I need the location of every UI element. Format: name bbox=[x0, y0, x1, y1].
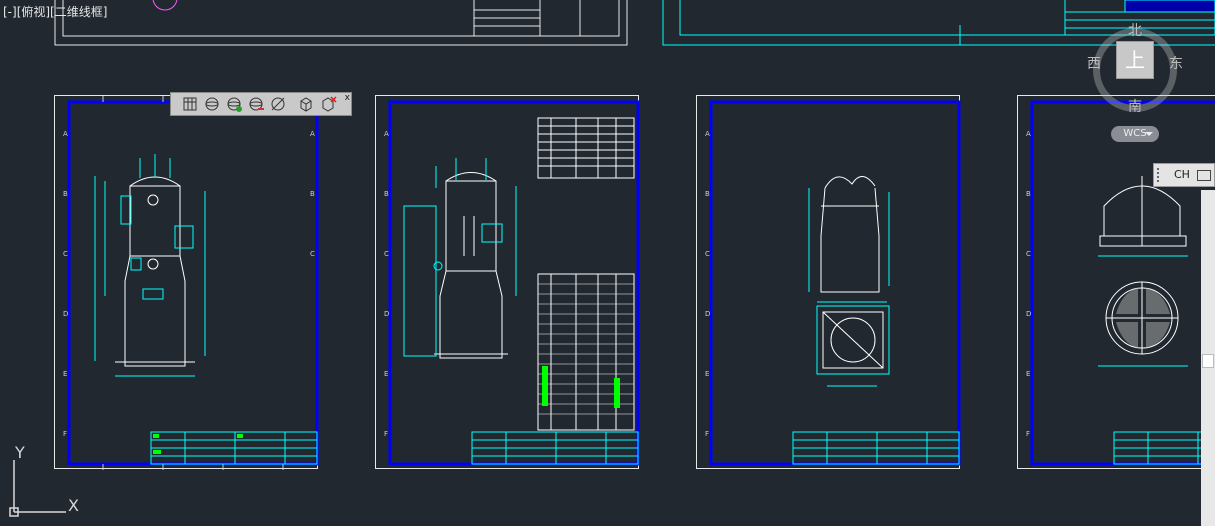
svg-text:B: B bbox=[1026, 190, 1031, 198]
compass-west[interactable]: 西 bbox=[1087, 53, 1101, 73]
toolbar-close-button[interactable]: x bbox=[345, 93, 350, 103]
svg-text:D: D bbox=[705, 310, 710, 318]
compass-north[interactable]: 北 bbox=[1128, 20, 1142, 40]
vertical-scrollbar[interactable] bbox=[1201, 190, 1215, 526]
svg-text:F: F bbox=[1026, 430, 1030, 438]
svg-text:E: E bbox=[1026, 370, 1030, 378]
svg-text:E: E bbox=[63, 370, 67, 378]
svg-text:B: B bbox=[384, 190, 389, 198]
svg-text:D: D bbox=[1026, 310, 1031, 318]
svg-text:B: B bbox=[310, 190, 315, 198]
language-panel[interactable]: CH bbox=[1153, 163, 1215, 187]
keyboard-icon[interactable] bbox=[1197, 170, 1211, 181]
svg-text:A: A bbox=[310, 130, 315, 138]
svg-text:F: F bbox=[63, 430, 67, 438]
svg-text:A: A bbox=[705, 130, 710, 138]
3d-orbit-toolbar[interactable]: x bbox=[170, 92, 352, 116]
svg-text:C: C bbox=[310, 250, 315, 258]
sphere-view-icon[interactable] bbox=[203, 95, 221, 113]
compass-east[interactable]: 东 bbox=[1169, 53, 1183, 73]
cube-delete-icon[interactable] bbox=[319, 95, 337, 113]
svg-text:E: E bbox=[705, 370, 709, 378]
svg-text:F: F bbox=[384, 430, 388, 438]
svg-text:B: B bbox=[63, 190, 68, 198]
language-indicator[interactable]: CH bbox=[1174, 168, 1190, 181]
svg-text:D: D bbox=[384, 310, 389, 318]
view-box-icon[interactable] bbox=[181, 95, 199, 113]
wcs-dropdown[interactable]: WCS bbox=[1111, 126, 1159, 142]
clip-circle-icon[interactable] bbox=[269, 95, 287, 113]
svg-text:F: F bbox=[705, 430, 709, 438]
compass-south[interactable]: 南 bbox=[1128, 96, 1142, 116]
sphere-remove-icon[interactable] bbox=[247, 95, 265, 113]
svg-text:C: C bbox=[1026, 250, 1031, 258]
top-sheet-right bbox=[662, 0, 1215, 46]
ucs-y-label: Y bbox=[14, 443, 25, 462]
svg-text:C: C bbox=[705, 250, 710, 258]
drawing-sheet-2[interactable]: A B C D E F bbox=[375, 95, 640, 469]
panel-grip-icon[interactable] bbox=[1157, 168, 1165, 182]
scrollbar-thumb[interactable] bbox=[1202, 354, 1214, 368]
svg-text:C: C bbox=[63, 250, 68, 258]
svg-text:D: D bbox=[63, 310, 68, 318]
drawing-sheet-4[interactable]: A B C D E F bbox=[1017, 95, 1215, 469]
drawing-sheet-3[interactable]: A B C D E F bbox=[696, 95, 961, 469]
svg-text:E: E bbox=[384, 370, 388, 378]
svg-text:A: A bbox=[1026, 130, 1031, 138]
drawing-sheet-1[interactable]: A B C D E F A B C bbox=[54, 95, 319, 470]
ucs-icon: Y X bbox=[9, 443, 79, 517]
svg-text:B: B bbox=[705, 190, 710, 198]
svg-text:A: A bbox=[384, 130, 389, 138]
cube-icon[interactable] bbox=[297, 95, 315, 113]
ucs-x-label: X bbox=[68, 496, 79, 515]
svg-text:A: A bbox=[63, 130, 68, 138]
view-cube-top-face[interactable]: 上 bbox=[1117, 42, 1153, 78]
svg-text:C: C bbox=[384, 250, 389, 258]
view-cube[interactable]: 上 北 西 东 南 WCS bbox=[1085, 20, 1195, 150]
sphere-add-icon[interactable] bbox=[225, 95, 243, 113]
